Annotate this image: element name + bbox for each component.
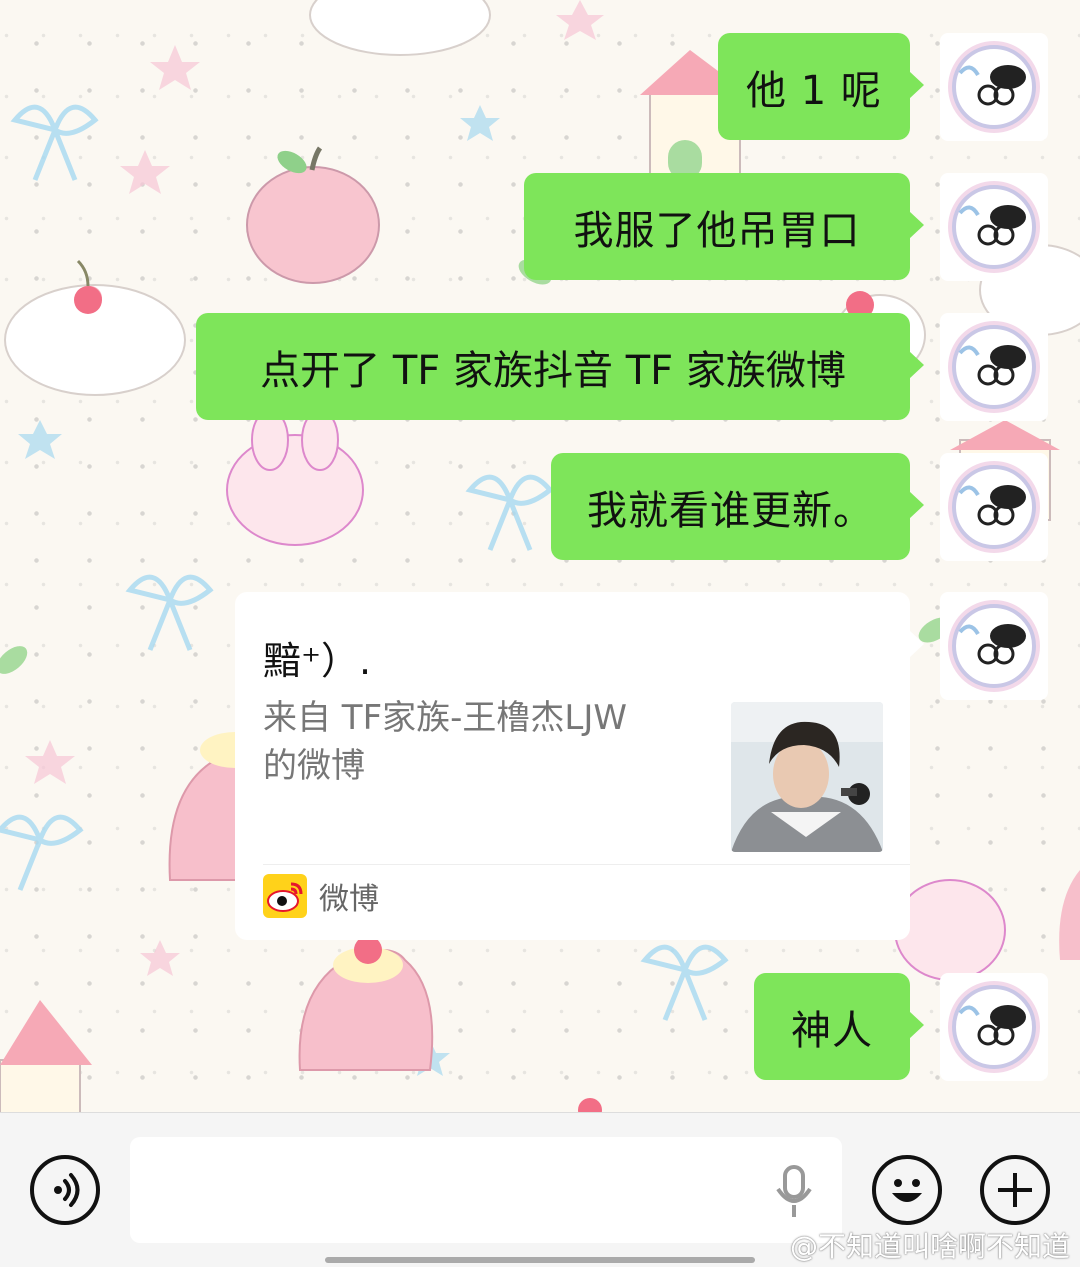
message-text: 点开了 TF 家族抖音 TF 家族微博 [260,347,846,394]
chat-area[interactable]: 他 1 呢 我服了他吊胃口 点开了 TF 家族抖音 TF 家族微博 我就看谁更新… [0,0,1080,1112]
message-bubble[interactable]: 我服了他吊胃口 [524,173,924,280]
card-source-label: 微博 [319,882,379,917]
avatar-image [948,981,1040,1073]
card-description: 来自 TF家族-王橹杰LJW 的微博 [263,694,693,790]
card-thumbnail [731,702,883,852]
message-text: 我就看谁更新。 [587,487,874,534]
microphone-icon[interactable] [774,1165,814,1219]
avatar-image [948,181,1040,273]
watermark-text: @不知道叫啥啊不知道 [789,1230,1070,1263]
plus-icon [998,1173,1032,1207]
avatar-image [948,321,1040,413]
card-source: 微博 [263,874,379,918]
avatar[interactable] [940,592,1048,700]
message-bubble[interactable]: 神人 [754,973,924,1080]
card-divider [263,864,910,865]
avatar[interactable] [940,973,1048,1081]
message-text: 我服了他吊胃口 [573,207,861,254]
message-bubble[interactable]: 他 1 呢 [718,33,924,140]
avatar[interactable] [940,453,1048,561]
more-button[interactable] [980,1155,1050,1225]
watermark: @不知道叫啥啊不知道 [790,1225,1070,1265]
card-description-line: 的微博 [263,746,365,786]
message-bubble[interactable]: 点开了 TF 家族抖音 TF 家族微博 [196,313,924,420]
avatar-image [948,41,1040,133]
home-indicator [325,1257,755,1263]
shared-link-card[interactable]: 黯⁺）. 来自 TF家族-王橹杰LJW 的微博 微博 [235,592,924,940]
message-input[interactable] [130,1137,842,1243]
emoji-button[interactable] [872,1155,942,1225]
card-title: 黯⁺）. [263,639,372,683]
voice-toggle-button[interactable] [30,1155,100,1225]
portrait-photo [731,702,883,852]
wallpaper-decoration [0,0,1080,1112]
weibo-logo-icon [263,874,307,918]
avatar[interactable] [940,33,1048,141]
message-text: 他 1 呢 [746,67,882,114]
avatar[interactable] [940,313,1048,421]
avatar-image [948,461,1040,553]
input-bar: @不知道叫啥啊不知道 [0,1112,1080,1267]
card-description-line: 来自 TF家族-王橹杰LJW [263,698,627,738]
message-bubble[interactable]: 我就看谁更新。 [551,453,924,560]
avatar-image [948,600,1040,692]
emoji-icon [892,1179,922,1202]
message-text: 神人 [791,1007,873,1054]
apple-decoration [246,146,380,284]
voice-toggle-icon [54,1173,80,1207]
avatar[interactable] [940,173,1048,281]
